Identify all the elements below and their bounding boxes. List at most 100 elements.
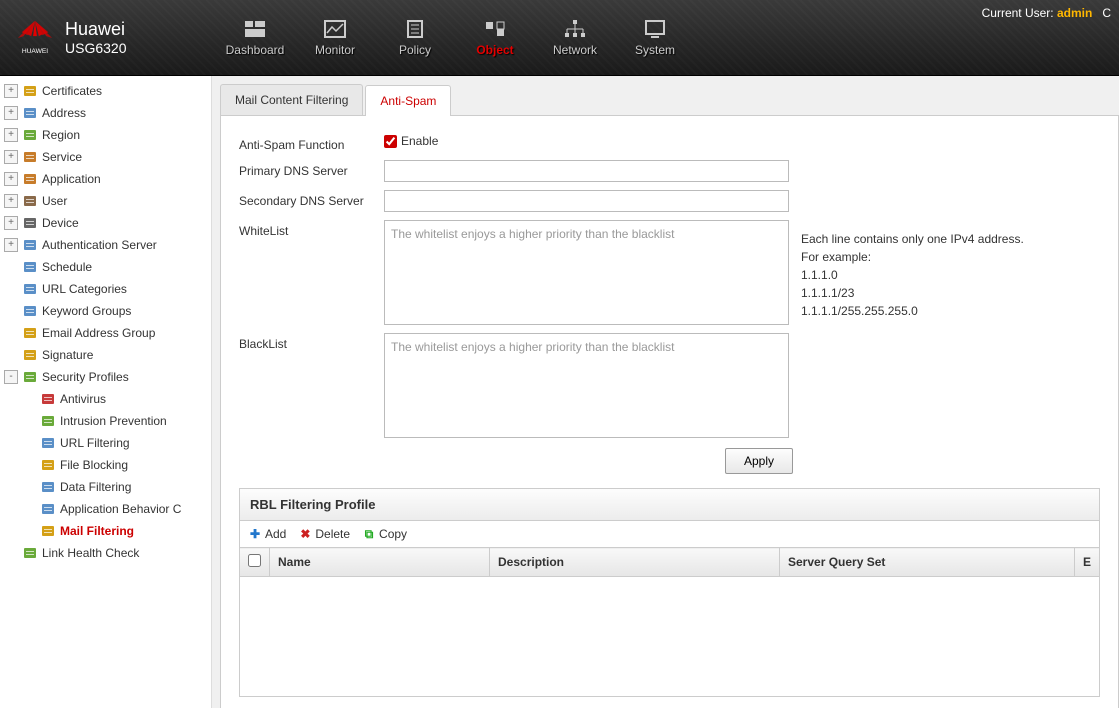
tree-item-icon [40,457,56,473]
whitelist-label: WhiteList [239,220,384,238]
sidebar-item-data-filtering[interactable]: Data Filtering [0,476,211,498]
tree-toggle-icon[interactable]: + [4,238,18,252]
sidebar-item-label: Device [42,216,79,230]
tree-toggle-icon[interactable]: + [4,106,18,120]
tree-toggle-icon[interactable]: + [4,150,18,164]
sidebar-item-application-behavior-c[interactable]: Application Behavior C [0,498,211,520]
tree-toggle-icon[interactable]: + [4,172,18,186]
apply-button[interactable]: Apply [725,448,793,474]
sidebar-item-label: Certificates [42,84,102,98]
col-extra[interactable]: E [1074,548,1099,577]
empty-table-body [240,577,1100,697]
sidebar-item-keyword-groups[interactable]: Keyword Groups [0,300,211,322]
sidebar-item-mail-filtering[interactable]: Mail Filtering [0,520,211,542]
sidebar-item-email-address-group[interactable]: Email Address Group [0,322,211,344]
nav-monitor[interactable]: Monitor [295,11,375,65]
sidebar-item-label: Schedule [42,260,92,274]
secondary-dns-input[interactable] [384,190,789,212]
sidebar-item-user[interactable]: +User [0,190,211,212]
sidebar-item-link-health-check[interactable]: Link Health Check [0,542,211,564]
col-name[interactable]: Name [270,548,490,577]
tree-item-icon [22,545,38,561]
sidebar-item-service[interactable]: + Service [0,146,211,168]
sidebar-item-region[interactable]: + Region [0,124,211,146]
tree-item-icon [22,193,38,209]
sidebar-item-label: File Blocking [60,458,128,472]
sidebar-item-antivirus[interactable]: Antivirus [0,388,211,410]
object-icon [483,19,507,39]
nav-network[interactable]: Network [535,11,615,65]
col-description[interactable]: Description [490,548,780,577]
sidebar-item-schedule[interactable]: Schedule [0,256,211,278]
header: HUAWEI Huawei USG6320 Dashboard Monitor … [0,0,1119,76]
tree-item-icon [22,149,38,165]
tree-item-icon [40,435,56,451]
tree-toggle-icon[interactable]: + [4,194,18,208]
tree-item-icon [22,83,38,99]
blacklist-label: BlackList [239,333,384,351]
copy-button[interactable]: ⧉ Copy [362,527,407,541]
sidebar-item-label: Intrusion Prevention [60,414,167,428]
sidebar-item-certificates[interactable]: + Certificates [0,80,211,102]
tree-item-icon [22,259,38,275]
secondary-dns-label: Secondary DNS Server [239,190,384,208]
content-area: Mail Content Filtering Anti-Spam Anti-Sp… [212,76,1119,708]
ip-hint: Each line contains only one IPv4 address… [801,220,1024,320]
enable-label: Enable [401,134,438,148]
sidebar-item-label: Data Filtering [60,480,131,494]
nav-system[interactable]: System [615,11,695,65]
col-server-query-set[interactable]: Server Query Set [780,548,1075,577]
tree-toggle-icon[interactable]: - [4,370,18,384]
sidebar-item-label: Signature [42,348,93,362]
select-all-checkbox[interactable] [248,554,261,567]
sidebar-item-address[interactable]: +Address [0,102,211,124]
delete-button[interactable]: ✖ Delete [298,527,350,541]
whitelist-textarea[interactable] [384,220,789,325]
tree-item-icon [22,303,38,319]
svg-text:HUAWEI: HUAWEI [22,48,48,55]
user-info: Current User: admin C [982,6,1111,20]
tree-toggle-icon[interactable]: + [4,128,18,142]
sidebar-item-label: Application Behavior C [60,502,181,516]
sidebar-item-file-blocking[interactable]: File Blocking [0,454,211,476]
huawei-logo-icon: HUAWEI [15,19,55,57]
sidebar-item-signature[interactable]: Signature [0,344,211,366]
nav-dashboard[interactable]: Dashboard [215,11,295,65]
sidebar-item-intrusion-prevention[interactable]: Intrusion Prevention [0,410,211,432]
tree-item-icon [22,369,38,385]
brand-name: Huawei [65,19,126,40]
nav-object[interactable]: Object [455,11,535,65]
nav-policy[interactable]: Policy [375,11,455,65]
tab-mail-content-filtering[interactable]: Mail Content Filtering [220,84,363,115]
sidebar-item-label: Security Profiles [42,370,129,384]
rbl-toolbar: ✚ Add ✖ Delete ⧉ Copy [239,521,1100,547]
tree-toggle-icon[interactable]: + [4,84,18,98]
tab-anti-spam[interactable]: Anti-Spam [365,85,451,116]
sidebar-item-authentication-server[interactable]: +Authentication Server [0,234,211,256]
tree-item-icon [40,501,56,517]
sidebar-item-device[interactable]: + Device [0,212,211,234]
sidebar-item-label: Region [42,128,80,142]
tree-item-icon [40,413,56,429]
tree-item-icon [22,325,38,341]
sidebar-item-label: URL Categories [42,282,127,296]
tree-item-icon [22,171,38,187]
add-button[interactable]: ✚ Add [248,527,286,541]
sidebar-item-url-filtering[interactable]: URL Filtering [0,432,211,454]
anti-spam-function-label: Anti-Spam Function [239,134,384,152]
anti-spam-panel: Anti-Spam Function Enable Primary DNS Se… [220,116,1119,708]
logo-area: HUAWEI Huawei USG6320 [0,19,215,57]
plus-icon: ✚ [248,527,262,541]
enable-checkbox[interactable] [384,135,397,148]
sidebar-item-label: Service [42,150,82,164]
sidebar-item-security-profiles[interactable]: - Security Profiles [0,366,211,388]
tree-toggle-icon[interactable]: + [4,216,18,230]
monitor-icon [323,19,347,39]
primary-dns-input[interactable] [384,160,789,182]
sidebar-item-application[interactable]: +Application [0,168,211,190]
blacklist-textarea[interactable] [384,333,789,438]
model-name: USG6320 [65,40,126,56]
sidebar: +Certificates+Address+Region+Service+App… [0,76,212,708]
sidebar-item-url-categories[interactable]: URL Categories [0,278,211,300]
dashboard-icon [243,19,267,39]
